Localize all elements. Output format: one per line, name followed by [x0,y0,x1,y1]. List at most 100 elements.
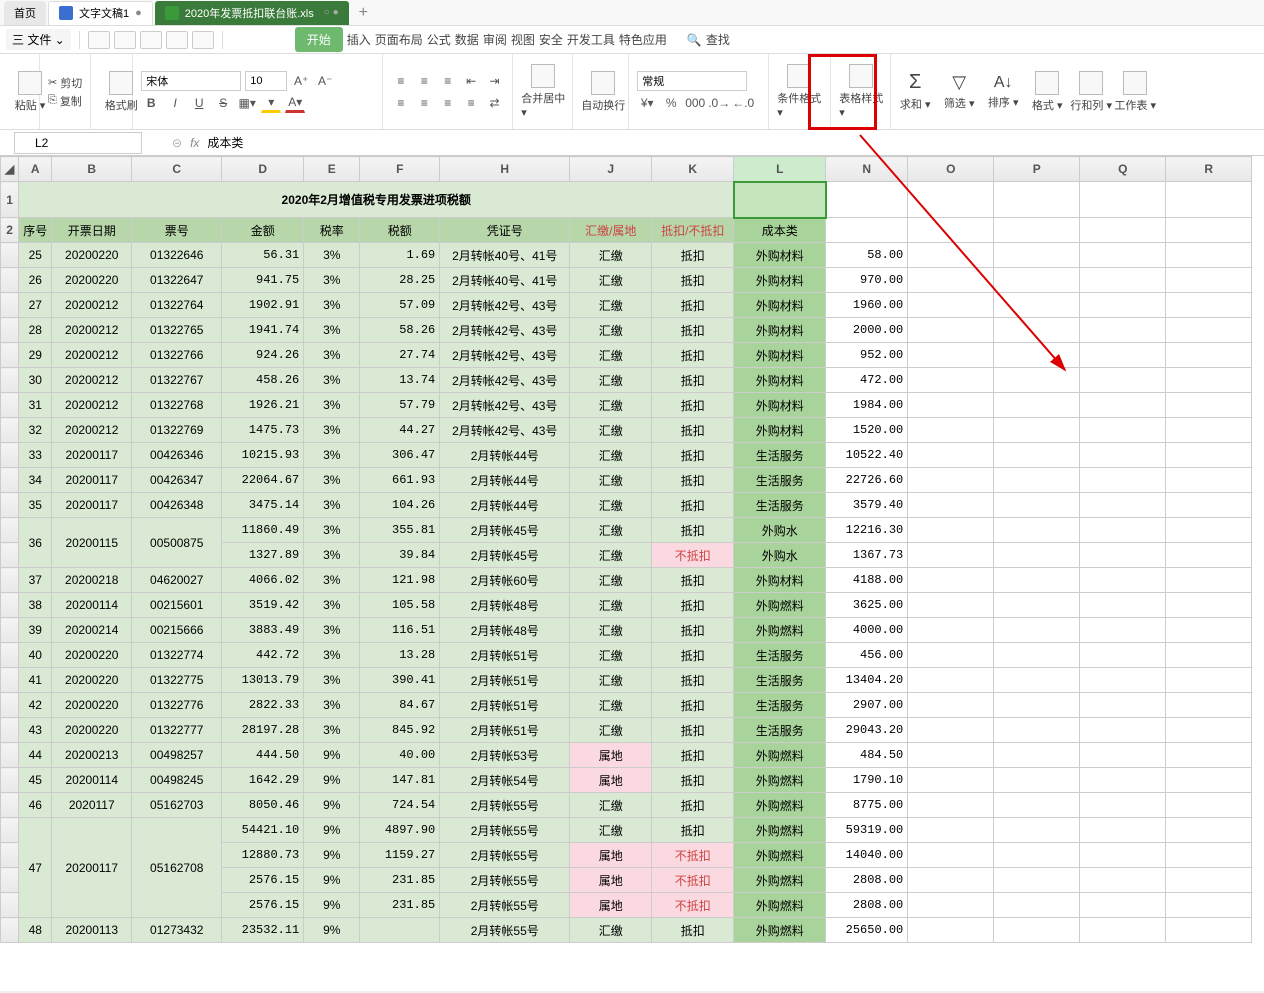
qat-preview-icon[interactable] [140,31,162,49]
align-top-button[interactable]: ≡ [391,71,410,91]
cell-total[interactable]: 1790.10 [826,768,908,793]
qat-save-icon[interactable] [88,31,110,49]
cell-amount[interactable]: 1327.89 [222,543,304,568]
cell-ticket[interactable]: 01322766 [132,343,222,368]
cell-tax[interactable]: 231.85 [360,868,440,893]
cell-seq[interactable]: 41 [19,668,52,693]
italic-button[interactable]: I [165,93,185,113]
cell-empty[interactable] [908,393,994,418]
cell-amount[interactable]: 442.72 [222,643,304,668]
wrap-text-button[interactable]: 自动换行 [581,71,625,113]
cell-seq[interactable]: 32 [19,418,52,443]
cell-deduct[interactable]: 抵扣 [652,568,734,593]
font-family-select[interactable]: 宋体 [141,71,241,91]
cell-remit[interactable]: 汇缴 [570,318,652,343]
cell-category[interactable]: 生活服务 [734,468,826,493]
cell-amount[interactable]: 2822.33 [222,693,304,718]
row-header[interactable] [1,893,19,918]
cell-category[interactable]: 外购燃料 [734,843,826,868]
cell-deduct[interactable]: 抵扣 [652,668,734,693]
orientation-button[interactable]: ⇄ [485,93,504,113]
table-style-button[interactable]: 表格样式 ▾ [839,64,883,119]
cell-tax[interactable]: 13.74 [360,368,440,393]
cell-remit[interactable]: 汇缴 [570,918,652,943]
cell-tax[interactable]: 84.67 [360,693,440,718]
cell-rate[interactable]: 9% [304,918,360,943]
row-header[interactable] [1,618,19,643]
cell-tax[interactable]: 1159.27 [360,843,440,868]
close-icon[interactable]: ● [135,7,142,19]
cell-ticket[interactable]: 01322646 [132,243,222,268]
row-header[interactable] [1,868,19,893]
row-header-2[interactable]: 2 [1,218,19,243]
col-header-B[interactable]: B [52,157,132,182]
cell-category[interactable]: 外购燃料 [734,818,826,843]
cell-empty[interactable] [908,918,994,943]
cell-deduct[interactable]: 抵扣 [652,518,734,543]
cell-amount[interactable]: 4066.02 [222,568,304,593]
cell-deduct[interactable]: 抵扣 [652,418,734,443]
cell-rate[interactable]: 3% [304,668,360,693]
menu-data[interactable]: 数据 [455,31,479,48]
cell-empty[interactable] [908,443,994,468]
qat-redo-icon[interactable] [192,31,214,49]
cell-category[interactable]: 外购材料 [734,368,826,393]
menu-page-layout[interactable]: 页面布局 [375,31,423,48]
cell-remit[interactable]: 汇缴 [570,293,652,318]
cell-tax[interactable]: 105.58 [360,593,440,618]
menu-search[interactable]: 查找 [706,31,730,48]
cell-seq[interactable]: 46 [19,793,52,818]
cell-remit[interactable]: 汇缴 [570,818,652,843]
cell-category[interactable]: 外购材料 [734,243,826,268]
cell-category[interactable]: 外购材料 [734,318,826,343]
cell-deduct[interactable]: 抵扣 [652,918,734,943]
cell-ticket[interactable]: 00500875 [132,518,222,568]
cell-empty[interactable] [908,293,994,318]
cell-rate[interactable]: 3% [304,393,360,418]
cell-date[interactable]: 20200117 [52,493,132,518]
cell-date[interactable]: 20200117 [52,818,132,918]
cell-voucher[interactable]: 2月转帐42号、43号 [440,418,570,443]
cell-total[interactable]: 25650.00 [826,918,908,943]
col-header-K[interactable]: K [652,157,734,182]
cell-voucher[interactable]: 2月转帐55号 [440,893,570,918]
bold-button[interactable]: B [141,93,161,113]
cell-amount[interactable]: 3883.49 [222,618,304,643]
cell-amount[interactable]: 56.31 [222,243,304,268]
cell-rate[interactable]: 9% [304,768,360,793]
cell-rate[interactable]: 3% [304,268,360,293]
row-header[interactable] [1,593,19,618]
cell-remit[interactable]: 汇缴 [570,543,652,568]
cell-date[interactable]: 20200213 [52,743,132,768]
copy-button[interactable]: ⎘复制 [48,93,82,109]
cell-rate[interactable]: 3% [304,593,360,618]
row-header[interactable] [1,543,19,568]
cell-deduct[interactable]: 抵扣 [652,343,734,368]
cell-empty[interactable] [908,868,994,893]
shrink-font-button[interactable]: A⁻ [315,71,335,91]
cell-tax[interactable] [360,918,440,943]
border-button[interactable]: ▦▾ [237,93,257,113]
rowcol-button[interactable]: 行和列 ▾ [1069,58,1113,125]
row-header[interactable] [1,418,19,443]
cell-amount[interactable]: 8050.46 [222,793,304,818]
cell-tax[interactable]: 121.98 [360,568,440,593]
menu-start[interactable]: 开始 [295,27,343,52]
cell-amount[interactable]: 1642.29 [222,768,304,793]
cell-category[interactable]: 外购燃料 [734,618,826,643]
dec-inc-button[interactable]: .0→ [709,93,729,113]
cell-date[interactable]: 20200220 [52,668,132,693]
menu-insert[interactable]: 插入 [347,31,371,48]
cell-date[interactable]: 20200218 [52,568,132,593]
cell-ticket[interactable]: 01322767 [132,368,222,393]
cell-tax[interactable]: 116.51 [360,618,440,643]
cell-rate[interactable]: 3% [304,318,360,343]
cell-ticket[interactable]: 00426346 [132,443,222,468]
cell-empty[interactable] [908,368,994,393]
cell-category[interactable]: 生活服务 [734,493,826,518]
col-header-F[interactable]: F [360,157,440,182]
cell-voucher[interactable]: 2月转帐55号 [440,868,570,893]
cell-date[interactable]: 20200113 [52,918,132,943]
currency-button[interactable]: ¥▾ [637,93,657,113]
cell-remit[interactable]: 汇缴 [570,493,652,518]
